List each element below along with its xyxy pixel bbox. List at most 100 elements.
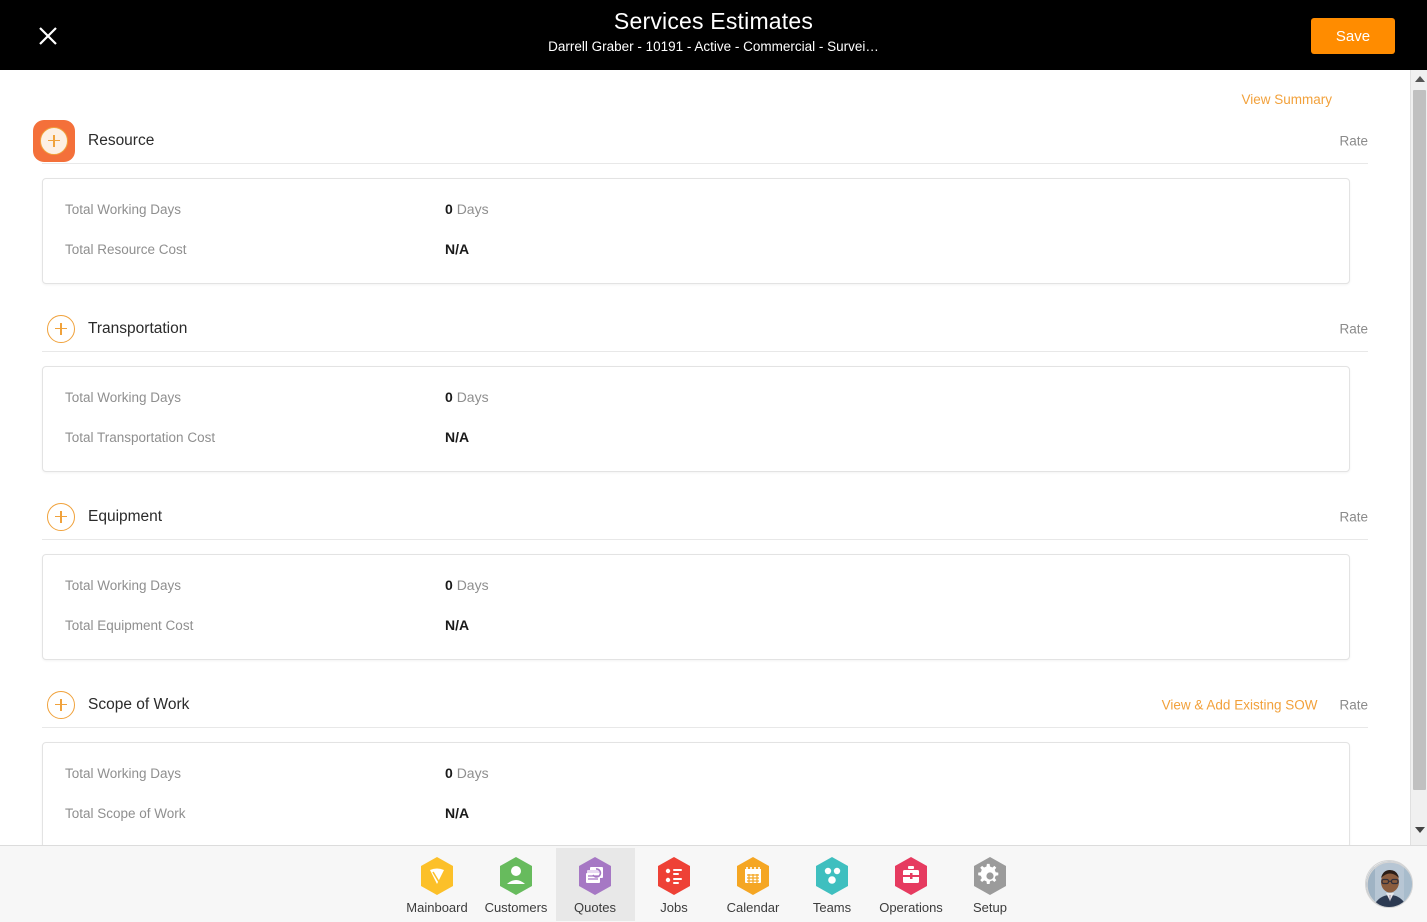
- card-row: Total Equipment Cost N/A: [43, 605, 1349, 645]
- add-transportation-button[interactable]: [47, 314, 75, 343]
- section-title: Transportation: [88, 319, 188, 337]
- row-value-number: 0: [445, 389, 453, 405]
- nav-label: Setup: [973, 899, 1007, 915]
- add-resource-focus-ring: [33, 119, 75, 162]
- rate-label: Rate: [1339, 321, 1368, 336]
- row-value-unit: Days: [456, 389, 489, 405]
- row-value: 0 Days: [445, 577, 489, 593]
- row-label: Total Working Days: [65, 389, 182, 405]
- nav-label: Operations: [879, 899, 943, 915]
- section-title: Resource: [88, 131, 155, 149]
- row-value-unit: Days: [456, 765, 489, 781]
- row-value-unit: Days: [456, 577, 489, 593]
- row-value: 0 Days: [445, 201, 489, 217]
- quotes-icon: [576, 855, 614, 897]
- save-button[interactable]: Save: [1311, 18, 1395, 54]
- nav-item-teams[interactable]: Teams: [793, 848, 872, 921]
- section-scope-of-work: Scope of Work View & Add Existing SOW Ra…: [0, 682, 1410, 845]
- row-value: N/A: [445, 429, 469, 445]
- summary-card: Total Working Days 0 Days Total Resource…: [42, 178, 1350, 284]
- nav-item-quotes[interactable]: Quotes: [555, 847, 635, 921]
- card-row: Total Working Days 0 Days: [43, 565, 1349, 605]
- nav-label: Quotes: [574, 899, 616, 915]
- row-label: Total Working Days: [65, 765, 182, 781]
- nav-label: Teams: [812, 899, 852, 915]
- row-value-number: N/A: [445, 617, 470, 633]
- row-value-number: N/A: [445, 429, 470, 445]
- rate-label: Rate: [1339, 697, 1368, 712]
- card-row: Total Working Days 0 Days: [43, 377, 1349, 417]
- section-title: Scope of Work: [88, 695, 190, 713]
- summary-card: Total Working Days 0 Days Total Equipmen…: [42, 554, 1350, 660]
- nav-item-mainboard[interactable]: Mainboard: [398, 848, 477, 921]
- section-header-actions: Rate: [1339, 509, 1368, 524]
- section-header: Transportation Rate: [42, 306, 1368, 352]
- row-value-number: 0: [445, 201, 453, 217]
- setup-icon: [971, 855, 1009, 897]
- row-value: 0 Days: [445, 765, 489, 781]
- mainboard-icon: [418, 855, 456, 897]
- row-value: 0 Days: [445, 389, 489, 405]
- chevron-up-icon[interactable]: [1411, 70, 1427, 87]
- section-header: Resource Rate: [33, 118, 1368, 164]
- section-header: Scope of Work View & Add Existing SOW Ra…: [42, 682, 1368, 728]
- row-label: Total Transportation Cost: [65, 429, 216, 445]
- section-header-actions: View & Add Existing SOW Rate: [1162, 697, 1368, 712]
- customers-icon: [497, 855, 535, 897]
- section-header-actions: Rate: [1339, 321, 1368, 336]
- row-value: N/A: [445, 617, 469, 633]
- add-scope-of-work-button[interactable]: [47, 690, 75, 719]
- card-row: Total Transportation Cost N/A: [43, 417, 1349, 457]
- page-subtitle: Darrell Graber - 10191 - Active - Commer…: [548, 39, 879, 54]
- nav-item-jobs[interactable]: Jobs: [635, 848, 714, 921]
- card-row: Total Scope of Work N/A: [43, 793, 1349, 833]
- section-resource: Resource Rate Total Working Days 0 Days …: [0, 118, 1410, 284]
- user-avatar[interactable]: [1365, 860, 1413, 908]
- nav-label: Jobs: [660, 899, 688, 915]
- teams-icon: [813, 855, 851, 897]
- card-row: Total Resource Cost N/A: [43, 229, 1349, 269]
- section-equipment: Equipment Rate Total Working Days 0 Days…: [0, 494, 1410, 660]
- section-header: Equipment Rate: [42, 494, 1368, 540]
- row-label: Total Equipment Cost: [65, 617, 194, 633]
- content-scroll-area: View Summary Resource Rate Total Working…: [0, 70, 1410, 845]
- row-value-number: N/A: [445, 241, 470, 257]
- bottom-navigation-bar: Mainboard Customers Quotes Jobs Calendar…: [0, 845, 1427, 922]
- view-summary-row: View Summary: [0, 70, 1410, 118]
- nav-items: Mainboard Customers Quotes Jobs Calendar…: [398, 847, 1030, 921]
- row-value: N/A: [445, 241, 469, 257]
- row-label: Total Resource Cost: [65, 241, 187, 257]
- top-app-bar: Services Estimates Darrell Graber - 1019…: [0, 0, 1427, 70]
- add-resource-button[interactable]: [40, 126, 68, 155]
- card-row: Total Working Days 0 Days: [43, 753, 1349, 793]
- nav-item-customers[interactable]: Customers: [477, 848, 556, 921]
- row-label: Total Working Days: [65, 201, 182, 217]
- nav-label: Customers: [484, 899, 548, 915]
- nav-item-operations[interactable]: Operations: [872, 848, 951, 921]
- summary-card: Total Working Days 0 Days Total Transpor…: [42, 366, 1350, 472]
- jobs-icon: [655, 855, 693, 897]
- card-row: Total Working Days 0 Days: [43, 189, 1349, 229]
- rate-label: Rate: [1339, 509, 1368, 524]
- row-label: Total Working Days: [65, 577, 182, 593]
- add-equipment-button[interactable]: [47, 502, 75, 531]
- nav-item-calendar[interactable]: Calendar: [714, 848, 793, 921]
- summary-card: Total Working Days 0 Days Total Scope of…: [42, 742, 1350, 845]
- row-value-number: N/A: [445, 805, 470, 821]
- operations-icon: [892, 855, 930, 897]
- row-label: Total Scope of Work: [65, 805, 186, 821]
- view-add-existing-sow-link[interactable]: View & Add Existing SOW: [1162, 697, 1318, 712]
- nav-item-setup[interactable]: Setup: [951, 848, 1030, 921]
- section-transportation: Transportation Rate Total Working Days 0…: [0, 306, 1410, 472]
- vertical-scrollbar[interactable]: [1410, 70, 1427, 845]
- section-header-actions: Rate: [1339, 133, 1368, 148]
- row-value: N/A: [445, 805, 469, 821]
- row-value-number: 0: [445, 577, 453, 593]
- chevron-down-icon[interactable]: [1411, 821, 1427, 838]
- scrollbar-thumb[interactable]: [1413, 90, 1426, 790]
- view-summary-link[interactable]: View Summary: [1241, 92, 1332, 107]
- row-value-unit: Days: [456, 201, 489, 217]
